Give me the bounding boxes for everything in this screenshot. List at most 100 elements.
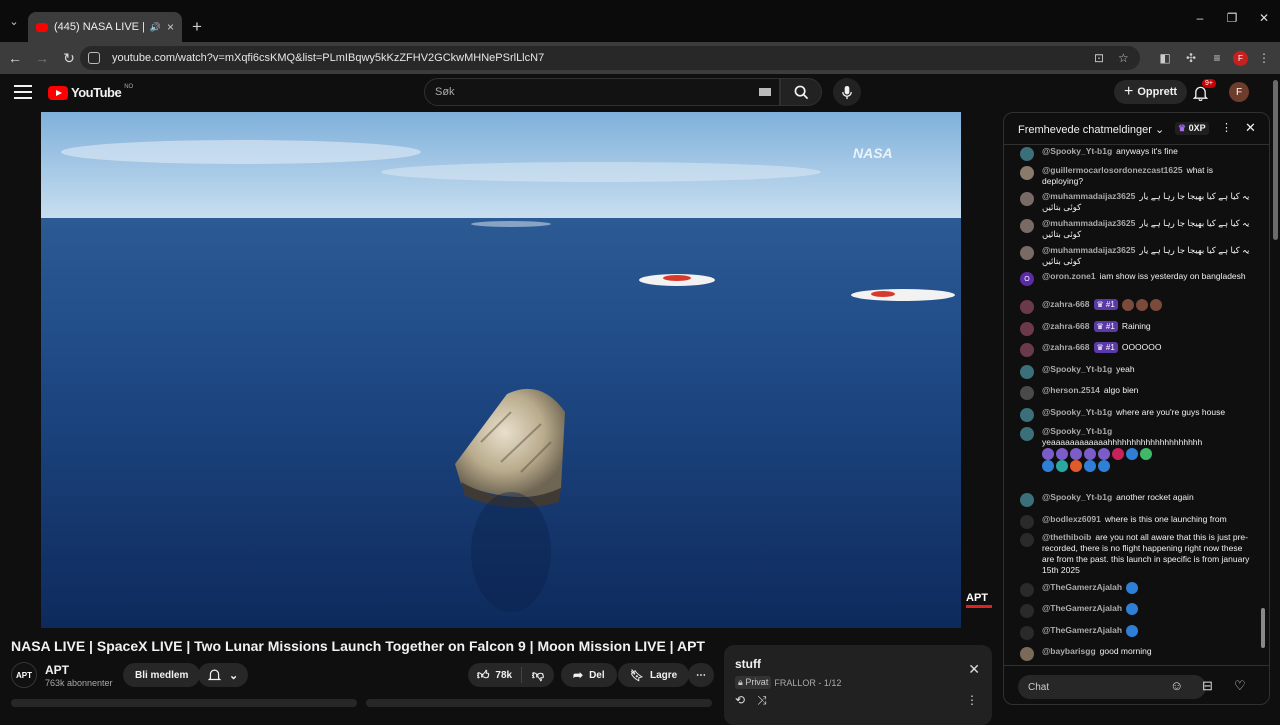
browser-menu-icon[interactable]: ⋮ [1254, 48, 1274, 68]
heart-icon[interactable]: ♡ [1234, 678, 1246, 694]
playlist-owner-index: FRALLOR - 1/12 [774, 677, 842, 688]
chat-author[interactable]: @Spooky_Yt-b1g [1042, 492, 1112, 502]
chat-author[interactable]: @Spooky_Yt-b1g [1042, 426, 1198, 437]
chat-author[interactable]: @bodlexz6091 [1042, 514, 1101, 524]
avatar [1020, 533, 1034, 547]
page-scrollbar-thumb[interactable] [1273, 80, 1278, 240]
chat-author[interactable]: @muhammadaijaz3625 [1042, 245, 1135, 255]
playlist-more-icon[interactable]: ⋮ [966, 693, 978, 707]
join-button[interactable]: Bli medlem [123, 663, 201, 687]
xp-badge[interactable]: ♛ 0XP [1175, 122, 1209, 135]
chat-author[interactable]: @muhammadaijaz3625 [1042, 218, 1135, 228]
extension-icon[interactable]: ◧ [1155, 48, 1175, 68]
forward-icon[interactable]: → [30, 46, 54, 70]
bookmark-star-icon[interactable]: ☆ [1118, 51, 1129, 65]
chevron-down-icon: ⌄ [1154, 124, 1165, 136]
window-close-icon[interactable]: ✕ [1248, 0, 1280, 36]
live-chat-panel: Fremhevede chatmeldinger ⌄ ♛ 0XP ⋮ ✕ @Sp… [1003, 112, 1270, 705]
chat-text: anyways it's fine [1116, 146, 1178, 156]
install-icon[interactable]: ⊡ [1094, 51, 1104, 65]
minimize-icon[interactable]: – [1184, 0, 1216, 36]
chat-author[interactable]: @TheGamerzAjalah [1042, 582, 1122, 592]
shuffle-icon[interactable]: ⤨ [757, 693, 767, 708]
site-info-icon[interactable] [88, 52, 100, 64]
new-tab-icon[interactable]: + [182, 12, 212, 42]
chat-message: @Spooky_Yt-b1g anyways it's fine [1020, 146, 1256, 161]
search-input[interactable] [435, 86, 759, 98]
profile-icon[interactable]: F [1233, 50, 1248, 66]
emoji-icon [1126, 448, 1138, 460]
emoji-icon [1070, 460, 1082, 472]
search-box[interactable] [424, 78, 780, 106]
chat-close-icon[interactable]: ✕ [1245, 120, 1256, 136]
search-button[interactable] [780, 78, 822, 106]
like-button[interactable]: 👍︎ 78k [468, 667, 522, 683]
url-field[interactable]: youtube.com/watch?v=mXqfi6csKMQ&list=PLm… [80, 46, 1140, 70]
tab-title: (445) NASA LIVE | SpaceX LIVE | Two Luna… [54, 21, 144, 33]
chat-message: @Spooky_Yt-b1g yeaaaaaaaaaaaahhhhhhhhhhhh… [1020, 426, 1256, 472]
chat-message: @muhammadaijaz3625 یہ کیا ہے کیا بھیجا جا… [1020, 191, 1256, 213]
back-icon[interactable]: ← [3, 46, 27, 70]
puzzle-icon[interactable]: ✣ [1181, 48, 1201, 68]
youtube-logo[interactable]: YouTube NO [48, 83, 134, 100]
chat-title: Fremhevede chatmeldinger [1018, 124, 1152, 136]
chat-author[interactable]: @TheGamerzAjalah [1042, 625, 1122, 635]
reload-icon[interactable]: ↻ [57, 46, 81, 70]
save-label: Lagre [649, 669, 678, 681]
tab-close-icon[interactable]: × [167, 20, 174, 34]
chat-author[interactable]: @zahra-668 [1042, 299, 1090, 309]
chat-header: Fremhevede chatmeldinger ⌄ ♛ 0XP ⋮ ✕ [1004, 113, 1269, 145]
keyboard-icon[interactable] [759, 88, 771, 96]
notification-count-badge: 9+ [1202, 79, 1216, 88]
chat-author[interactable]: @Spooky_Yt-b1g [1042, 146, 1112, 156]
chat-author[interactable]: @herson.2514 [1042, 385, 1100, 395]
chat-author[interactable]: @guillermocarlosordonezcast1625 [1042, 165, 1183, 175]
chat-message: @bodlexz6091 where is this one launching … [1020, 514, 1256, 529]
emoji-icon [1135, 299, 1148, 311]
dislike-button[interactable]: 👎︎ [522, 668, 554, 683]
chat-author[interactable]: @Spooky_Yt-b1g [1042, 364, 1112, 374]
browser-toolbar-icons: ◧ ✣ ≡ F ⋮ [1155, 48, 1274, 68]
chat-author[interactable]: @TheGamerzAjalah [1042, 603, 1122, 613]
channel-avatar[interactable]: APT [11, 662, 37, 688]
chat-author[interactable]: @oron.zone1 [1042, 271, 1096, 281]
chat-author[interactable]: @muhammadaijaz3625 [1042, 191, 1135, 201]
share-button[interactable]: ➦ Del [561, 663, 617, 687]
chat-more-icon[interactable]: ⋮ [1221, 121, 1232, 134]
save-button[interactable]: 🔖︎ Lagre [618, 663, 690, 687]
loop-icon[interactable]: ⟲ [735, 693, 745, 708]
avatar [1020, 365, 1034, 379]
channel-name[interactable]: APT [45, 663, 69, 677]
more-actions-button[interactable]: ⋯ [688, 663, 714, 687]
region-code: NO [124, 83, 134, 90]
chat-author[interactable]: @baybarisgg [1042, 646, 1096, 656]
chat-author[interactable]: @zahra-668 [1042, 321, 1090, 331]
tab-search-icon[interactable]: ⌄ [0, 0, 28, 42]
emoji-picker-icon[interactable]: ☺ [1170, 678, 1183, 693]
playlist-close-icon[interactable]: ✕ [968, 661, 980, 678]
chat-message: @TheGamerzAjalah [1020, 582, 1256, 597]
media-icon[interactable]: ≡ [1207, 48, 1227, 68]
chevron-down-icon: ⌄ [229, 669, 239, 682]
voice-search-button[interactable] [833, 78, 861, 106]
chat-mode-dropdown[interactable]: Fremhevede chatmeldinger ⌄ [1018, 123, 1164, 136]
browser-tab[interactable]: (445) NASA LIVE | SpaceX LIVE | Two Luna… [28, 12, 182, 42]
playlist-title[interactable]: stuff [735, 657, 761, 671]
avatar [1020, 192, 1034, 206]
video-player[interactable] [41, 112, 961, 628]
chat-scrollbar[interactable] [1261, 148, 1266, 658]
audio-icon[interactable]: 🔊 [150, 22, 161, 33]
chat-author[interactable]: @Spooky_Yt-b1g [1042, 407, 1112, 417]
restore-icon[interactable]: ❐ [1216, 0, 1248, 36]
member-badge: ♛ #1 [1093, 342, 1118, 353]
super-chat-icon[interactable]: ⊟ [1202, 678, 1213, 694]
youtube-header: YouTube NO + Opprett 9+ F [0, 74, 1280, 112]
chat-scrollbar-thumb[interactable] [1261, 608, 1265, 648]
subscription-bell-button[interactable]: ⌄ [198, 663, 249, 687]
create-button[interactable]: + Opprett [1114, 80, 1188, 104]
chat-author[interactable]: @zahra-668 [1042, 342, 1090, 352]
lock-icon: 🔒︎ [738, 677, 743, 687]
chat-author[interactable]: @thethiboib [1042, 532, 1091, 542]
menu-icon[interactable] [14, 85, 32, 99]
account-avatar[interactable]: F [1229, 82, 1249, 102]
